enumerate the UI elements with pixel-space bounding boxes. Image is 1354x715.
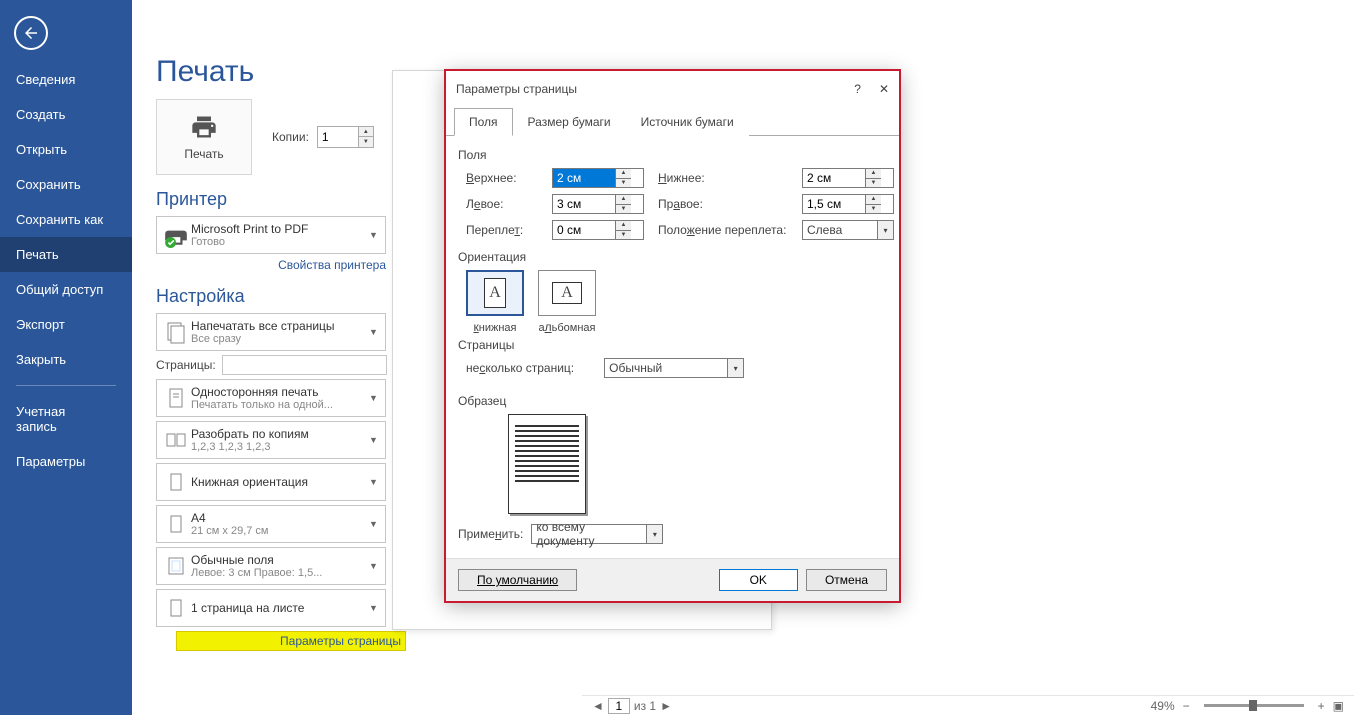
- print-button-label: Печать: [184, 147, 223, 161]
- top-margin-input[interactable]: ▲▼: [552, 168, 644, 188]
- sample-preview: [508, 414, 586, 514]
- portrait-icon: [161, 467, 191, 497]
- down-icon[interactable]: ▼: [359, 137, 373, 147]
- orient-portrait[interactable]: A книжная: [466, 270, 524, 334]
- chevron-down-icon: ▼: [369, 561, 381, 571]
- chevron-down-icon: ▼: [369, 519, 381, 529]
- tab-1[interactable]: Размер бумаги: [513, 108, 626, 136]
- tab-2[interactable]: Источник бумаги: [626, 108, 749, 136]
- nav-сохранить[interactable]: Сохранить: [0, 167, 132, 202]
- gutter-pos-combo[interactable]: Слева▾: [802, 220, 894, 240]
- fit-icon[interactable]: ▣: [1333, 699, 1344, 713]
- pages-label: Страницы:: [156, 358, 216, 372]
- zoom-out-icon[interactable]: −: [1183, 699, 1190, 713]
- cancel-button[interactable]: Отмена: [806, 569, 887, 591]
- pages-input[interactable]: [222, 355, 387, 375]
- right-margin-input[interactable]: ▲▼: [802, 194, 894, 214]
- left-margin-label: Левое:: [466, 197, 538, 211]
- printer-properties-link[interactable]: Свойства принтера: [156, 258, 386, 272]
- back-button[interactable]: [14, 16, 48, 50]
- nav-Параметры[interactable]: Параметры: [0, 444, 132, 479]
- page-of-label: из 1: [634, 699, 656, 713]
- nav-закрыть[interactable]: Закрыть: [0, 342, 132, 377]
- orientation-dropdown[interactable]: Книжная ориентация ▼: [156, 463, 386, 501]
- dialog-title: Параметры страницы: [456, 82, 577, 96]
- collate-dropdown[interactable]: Разобрать по копиям1,2,3 1,2,3 1,2,3 ▼: [156, 421, 386, 459]
- bottom-margin-input[interactable]: ▲▼: [802, 168, 894, 188]
- nav-печать[interactable]: Печать: [0, 237, 132, 272]
- printer-name: Microsoft Print to PDF: [191, 222, 369, 236]
- prev-page-icon[interactable]: ◄: [592, 699, 604, 713]
- fields-group-label: Поля: [458, 148, 887, 162]
- perpage-icon: [161, 593, 191, 623]
- chevron-down-icon: ▼: [369, 603, 381, 613]
- nav-Учетная-запись[interactable]: Учетная запись: [0, 394, 132, 444]
- paper-icon: [161, 509, 191, 539]
- chevron-down-icon: ▼: [369, 393, 381, 403]
- left-margin-input[interactable]: ▲▼: [552, 194, 644, 214]
- bottom-margin-label: Нижнее:: [658, 171, 788, 185]
- printer-header: Принтер: [156, 189, 392, 210]
- tab-0[interactable]: Поля: [454, 108, 513, 136]
- pages-icon: [161, 317, 191, 347]
- print-button[interactable]: Печать: [156, 99, 252, 175]
- settings-header: Настройка: [156, 286, 406, 307]
- apply-combo[interactable]: ко всему документу▾: [531, 524, 663, 544]
- copies-label: Копии:: [272, 130, 309, 144]
- nav-сохранить-как[interactable]: Сохранить как: [0, 202, 132, 237]
- apply-label: Применить:: [458, 527, 523, 541]
- per-page-dropdown[interactable]: 1 страница на листе ▼: [156, 589, 386, 627]
- nav-открыть[interactable]: Открыть: [0, 132, 132, 167]
- printer-icon: [190, 113, 218, 141]
- right-margin-label: Правое:: [658, 197, 788, 211]
- nav-сведения[interactable]: Сведения: [0, 62, 132, 97]
- page-setup-dialog: Параметры страницы ? ✕ ПоляРазмер бумаги…: [445, 70, 900, 602]
- nav-создать[interactable]: Создать: [0, 97, 132, 132]
- collate-icon: [161, 425, 191, 455]
- printer-status: Готово: [191, 236, 369, 248]
- chevron-down-icon: ▼: [369, 230, 381, 240]
- gutter-input[interactable]: ▲▼: [552, 220, 644, 240]
- ok-button[interactable]: OK: [719, 569, 798, 591]
- default-button[interactable]: По умолчанию: [458, 569, 577, 591]
- zoom-in-icon[interactable]: +: [1318, 699, 1325, 713]
- dialog-help-icon[interactable]: ?: [854, 82, 861, 96]
- chevron-down-icon: ▼: [369, 327, 381, 337]
- printer-dropdown[interactable]: Microsoft Print to PDFГотово ▼: [156, 216, 386, 254]
- print-range-dropdown[interactable]: Напечатать все страницыВсе сразу ▼: [156, 313, 386, 351]
- zoom-label: 49%: [1151, 699, 1175, 713]
- printer-icon: [161, 220, 191, 250]
- page-number-input[interactable]: [608, 698, 630, 714]
- copies-input[interactable]: [318, 127, 358, 147]
- dialog-close-icon[interactable]: ✕: [879, 82, 889, 96]
- orient-group-label: Ориентация: [458, 250, 887, 264]
- gutter-pos-label: Положение переплета:: [658, 223, 788, 237]
- margins-dropdown[interactable]: Обычные поляЛевое: 3 см Правое: 1,5... ▼: [156, 547, 386, 585]
- zoom-slider[interactable]: [1204, 704, 1304, 707]
- top-margin-label: Верхнее:: [466, 171, 538, 185]
- multi-pages-combo[interactable]: Обычный▾: [604, 358, 744, 378]
- margins-icon: [161, 551, 191, 581]
- sides-dropdown[interactable]: Односторонняя печатьПечатать только на о…: [156, 379, 386, 417]
- pages-group-label: Страницы: [458, 338, 887, 352]
- gutter-label: Переплет:: [466, 223, 538, 237]
- nav-экспорт[interactable]: Экспорт: [0, 307, 132, 342]
- copies-spinbox[interactable]: ▲▼: [317, 126, 374, 148]
- nav-общий-доступ[interactable]: Общий доступ: [0, 272, 132, 307]
- multi-pages-label: несколько страниц:: [466, 361, 574, 375]
- chevron-down-icon: ▼: [369, 435, 381, 445]
- chevron-down-icon: ▼: [369, 477, 381, 487]
- page-setup-link[interactable]: Параметры страницы: [176, 631, 406, 651]
- onesided-icon: [161, 383, 191, 413]
- sample-label: Образец: [458, 394, 887, 408]
- paper-dropdown[interactable]: A421 см x 29,7 см ▼: [156, 505, 386, 543]
- orient-landscape[interactable]: A альбомная: [538, 270, 596, 334]
- next-page-icon[interactable]: ►: [660, 699, 672, 713]
- up-icon[interactable]: ▲: [359, 127, 373, 137]
